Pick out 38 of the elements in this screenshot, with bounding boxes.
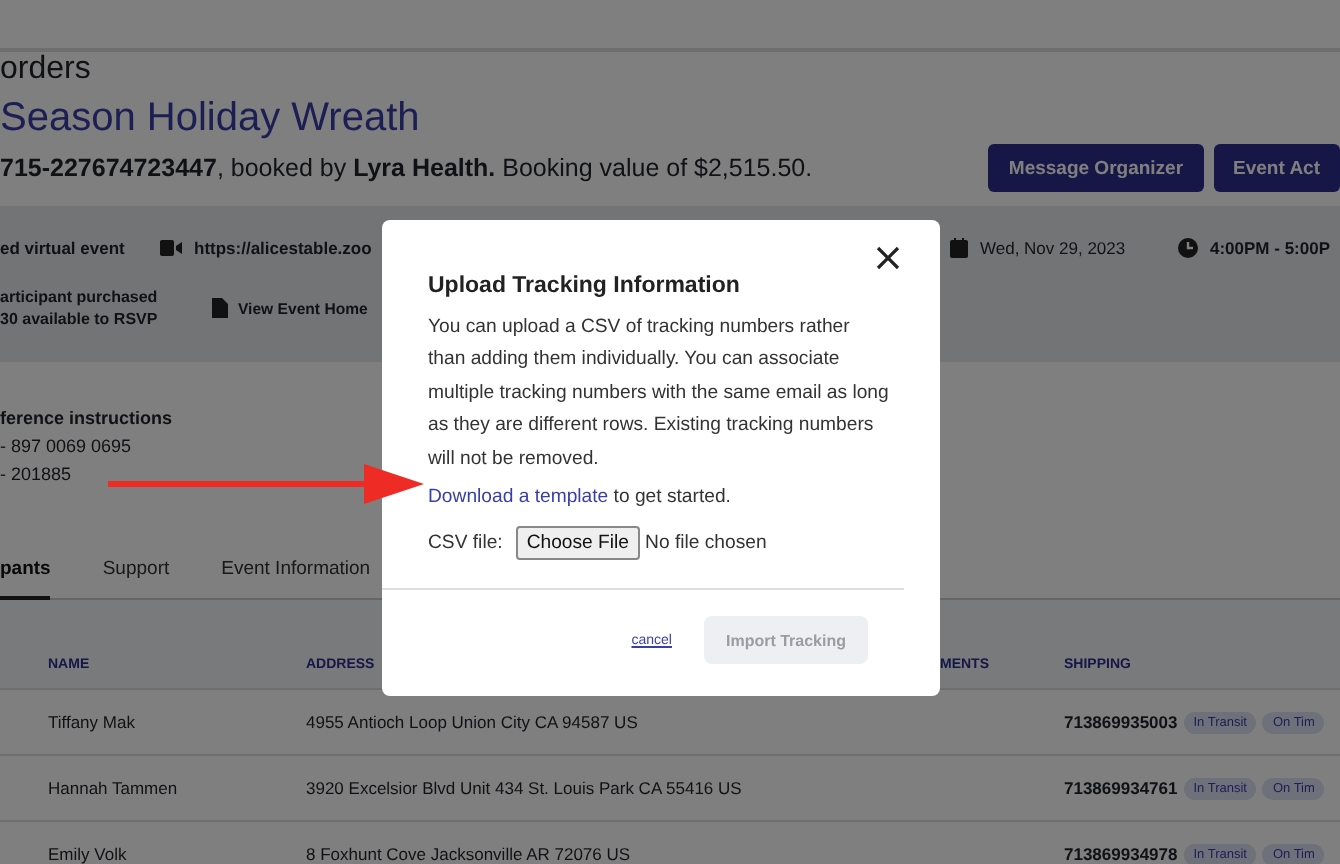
choose-file-button[interactable]: Choose File <box>516 526 640 561</box>
address-cell-text: 3920 Excelsior Blvd Unit 434 St. Louis Park CA 55416 US <box>306 778 744 798</box>
name-cell-text: Hannah Tammen <box>48 778 180 798</box>
address-cell-text: 4955 Antioch Loop Union City CA 94587 US <box>306 712 640 732</box>
tab[interactable]: Support <box>102 558 170 600</box>
tab[interactable]: Event Information <box>221 558 371 600</box>
event-type-text: ed virtual event <box>0 238 125 258</box>
conference-line: - 897 0069 0695 <box>0 434 132 460</box>
calendar-icon <box>950 238 968 258</box>
video-camera-icon <box>160 240 182 256</box>
conference-heading: ference instructions <box>0 406 173 432</box>
booking-summary: 715-227674723447, booked by Lyra Health. Booking value of $2,515.50. <box>0 154 815 182</box>
event-time: 4:00PM - 5:00P <box>1210 238 1330 258</box>
header-button[interactable]: Message Organizer <box>988 144 1204 192</box>
arrow-icon <box>108 464 424 504</box>
page-title: Season Holiday Wreath <box>0 96 422 142</box>
event-date: Wed, Nov 29, 2023 <box>980 238 1126 258</box>
clock-icon <box>1178 238 1198 258</box>
name-cell-text: Tiffany Mak <box>48 712 137 732</box>
download-template-link[interactable]: Download a template <box>428 486 609 509</box>
dialog-title: Upload Tracking Information <box>428 274 742 298</box>
breadcrumb-link[interactable]: orders <box>0 52 91 86</box>
meeting-link[interactable]: https://alicestable.zoo <box>194 238 372 258</box>
conference-line: - 201885 <box>0 462 72 488</box>
tracking-number: 713869934978 <box>1064 844 1178 864</box>
address-cell-text: 8 Foxhunt Cove Jacksonville AR 72076 US <box>306 844 633 864</box>
dialog-description: You can upload a CSV of tracking numbers rather than adding them individually. You can associate multiple tracking numbers with the same email as long as they are different rows. Existing tracking numbers will not be removed. <box>428 314 891 474</box>
tracking-number: 713869934761 <box>1064 778 1178 798</box>
close-button[interactable] <box>876 246 900 270</box>
participants-text: articipant purchased <box>0 288 158 306</box>
document-icon <box>212 298 228 318</box>
name-cell-text: Emily Volk <box>48 844 129 864</box>
rsvp-text: 30 available to RSVP <box>0 310 158 328</box>
file-status-text: No file chosen <box>645 532 767 555</box>
header-button[interactable]: Event Act <box>1213 144 1340 192</box>
download-instruction: Download a template to get started. <box>428 486 733 509</box>
tracking-number: 713869935003 <box>1064 712 1178 732</box>
csv-file-label: CSV file: <box>428 532 503 555</box>
